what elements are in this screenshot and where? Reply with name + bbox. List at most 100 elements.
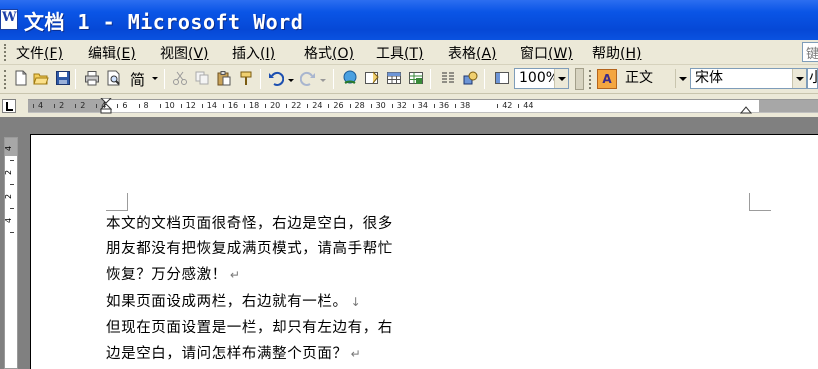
- ruler-tick: [370, 104, 372, 108]
- window-title: 文档 1 - Microsoft Word: [24, 10, 304, 34]
- ruler-right-margin: [759, 100, 818, 112]
- menu-file-label: 文件: [16, 46, 44, 62]
- toolbar-separator: [75, 69, 76, 89]
- vertical-ruler-tick: [10, 160, 14, 161]
- toolbar-separator: [333, 69, 334, 89]
- open-folder-icon[interactable]: [33, 70, 49, 86]
- menu-edit[interactable]: 编辑(E): [88, 43, 136, 63]
- document-line: 但现在页面设置是一栏，却只有左边有，右: [106, 316, 393, 337]
- cut-icon[interactable]: [172, 70, 188, 86]
- ruler-number: 18: [249, 101, 260, 110]
- line-text: 朋友都没有把恢复成满页模式，请高手帮忙: [106, 241, 393, 257]
- ruler-tick: [265, 104, 267, 108]
- menu-table-label: 表格: [448, 46, 476, 62]
- menu-format[interactable]: 格式(O): [304, 43, 354, 63]
- vertical-ruler-number: 4: [4, 217, 14, 224]
- ruler-tick: [159, 104, 161, 108]
- chevron-down-icon[interactable]: [675, 69, 689, 88]
- undo-dropdown-icon[interactable]: [288, 79, 294, 82]
- insert-table-icon[interactable]: [386, 70, 402, 86]
- document-map-icon[interactable]: [494, 70, 510, 86]
- menu-view[interactable]: 视图(V): [160, 43, 209, 63]
- insert-excel-icon[interactable]: [408, 70, 424, 86]
- line-text: 边是空白，请问怎样布满整个页面？: [106, 346, 348, 362]
- toolbar-grip[interactable]: [589, 70, 592, 89]
- font-select[interactable]: 宋体: [690, 68, 807, 89]
- toolbar-options-chevron[interactable]: [575, 68, 584, 90]
- menu-window-accel: (W): [548, 46, 573, 62]
- ruler-number: 24: [312, 101, 323, 110]
- menu-grip[interactable]: [4, 44, 7, 61]
- undo-icon[interactable]: [268, 70, 284, 86]
- style-value: 正文: [625, 70, 653, 86]
- ruler-tick: [497, 104, 499, 108]
- drawing-icon[interactable]: [462, 70, 478, 86]
- toolbar-grip[interactable]: [4, 70, 7, 89]
- ruler-number: 14: [206, 101, 217, 110]
- chevron-down-icon[interactable]: [792, 69, 806, 88]
- menu-file[interactable]: 文件(F): [16, 43, 63, 63]
- menu-window[interactable]: 窗口(W): [520, 43, 573, 63]
- ruler-number: 12: [185, 101, 196, 110]
- ruler-number: 32: [396, 101, 407, 110]
- copy-icon[interactable]: [194, 70, 210, 86]
- word-document-icon[interactable]: [0, 9, 18, 30]
- menu-bar: 文件(F) 编辑(E) 视图(V) 插入(I) 格式(O) 工具(T) 表格(A…: [0, 40, 818, 65]
- tables-borders-icon[interactable]: [364, 70, 380, 86]
- font-size-select[interactable]: 小: [807, 68, 818, 89]
- menu-help[interactable]: 帮助(H): [592, 43, 641, 63]
- ruler-tick: [222, 104, 224, 108]
- ruler-tick: [307, 104, 309, 108]
- vertical-ruler-number: 2: [4, 169, 14, 176]
- ruler-number: 38: [460, 101, 471, 110]
- save-icon[interactable]: [55, 70, 71, 86]
- toolbar-separator: [164, 69, 165, 89]
- ruler-tick: [391, 104, 393, 108]
- redo-icon[interactable]: [300, 70, 316, 86]
- ruler-number: 22: [291, 101, 302, 110]
- styles-pane-icon[interactable]: A: [597, 69, 617, 89]
- redo-dropdown-icon[interactable]: [320, 79, 326, 82]
- zoom-select[interactable]: 100%: [514, 68, 569, 89]
- horizontal-ruler[interactable]: 4 2 2 4 6 8 10 12 14 16 18 20 22 24 26 28 30 32 34 36 38 42 44: [28, 98, 818, 114]
- hyperlink-icon[interactable]: [342, 70, 358, 86]
- menu-edit-label: 编辑: [88, 46, 116, 62]
- paste-icon[interactable]: [216, 70, 232, 86]
- ruler-number: 10: [164, 101, 175, 110]
- ruler-number: 2: [59, 101, 65, 110]
- line-text: 如果页面设成两栏，右边就有一栏。: [106, 294, 348, 310]
- title-bar[interactable]: 文档 1 - Microsoft Word: [0, 0, 818, 40]
- menu-insert[interactable]: 插入(I): [232, 43, 275, 63]
- menu-window-label: 窗口: [520, 46, 548, 62]
- ruler-tick: [75, 104, 77, 108]
- menu-table[interactable]: 表格(A): [448, 43, 497, 63]
- document-line: 恢复？万分感激！ ↵: [106, 263, 240, 284]
- style-select[interactable]: 正文: [620, 68, 690, 89]
- columns-icon[interactable]: [440, 70, 456, 86]
- format-painter-icon[interactable]: [238, 70, 254, 86]
- chevron-down-icon[interactable]: [554, 69, 568, 88]
- print-preview-icon[interactable]: [106, 70, 122, 86]
- menu-insert-label: 插入: [232, 46, 260, 62]
- ruler-tick: [433, 104, 435, 108]
- new-document-icon[interactable]: [13, 70, 29, 86]
- tab-selector[interactable]: [2, 99, 16, 113]
- line-text: 但现在页面设置是一栏，却只有左边有，右: [106, 320, 393, 336]
- menu-view-label: 视图: [160, 46, 188, 62]
- chinese-conversion-button[interactable]: 简: [130, 69, 160, 89]
- vertical-ruler-tick: [10, 208, 14, 209]
- print-icon[interactable]: [84, 70, 100, 86]
- ask-question-input[interactable]: 键: [802, 42, 818, 62]
- vertical-ruler[interactable]: 4 2 2 4: [4, 137, 18, 369]
- menu-table-accel: (A): [476, 46, 497, 62]
- toolbar: 简 100% A 正文 宋体 小: [0, 65, 818, 94]
- menu-help-label: 帮助: [592, 46, 620, 62]
- ruler-number: 42: [502, 101, 513, 110]
- toolbar-separator: [484, 69, 485, 89]
- menu-edit-accel: (E): [116, 46, 136, 62]
- ruler-tick: [518, 104, 520, 108]
- menu-view-accel: (V): [188, 46, 209, 62]
- menu-format-label: 格式: [304, 46, 332, 62]
- menu-tools[interactable]: 工具(T): [376, 43, 423, 63]
- right-indent-marker-icon[interactable]: [740, 102, 752, 114]
